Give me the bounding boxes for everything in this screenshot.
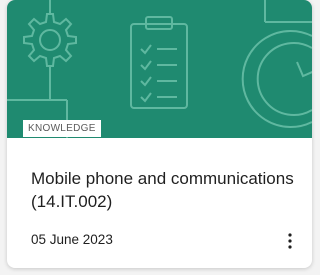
category-badge: KNOWLEDGE [23,120,101,137]
more-options-button[interactable] [279,229,301,253]
card-title[interactable]: Mobile phone and communications (14.IT.0… [31,167,301,213]
vertical-ellipsis-icon [288,233,292,249]
knowledge-card[interactable]: KNOWLEDGE Mobile phone and communication… [7,0,312,268]
card-date: 05 June 2023 [31,232,113,247]
card-banner: KNOWLEDGE [7,0,312,138]
banner-illustration [7,0,312,138]
